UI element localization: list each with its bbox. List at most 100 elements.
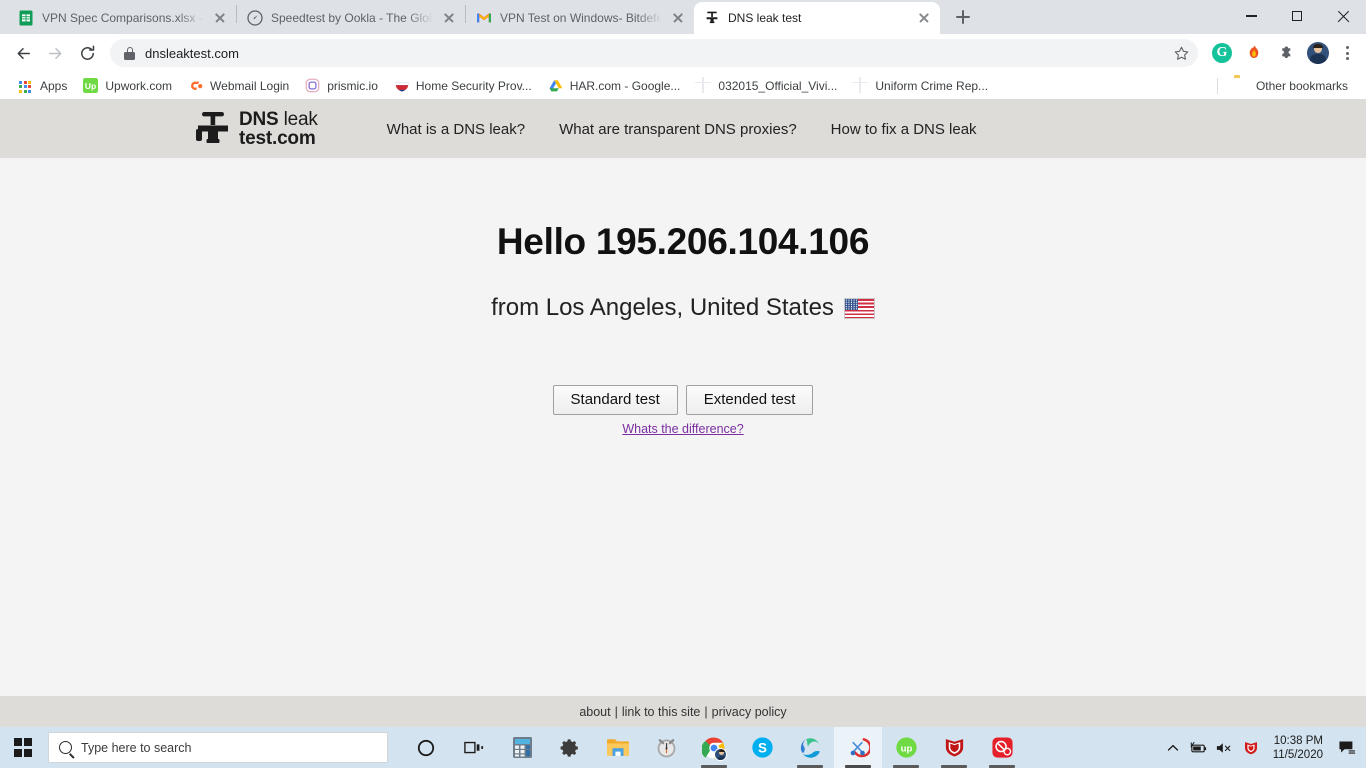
prismic-icon xyxy=(305,78,321,94)
bookmark-webmail[interactable]: Webmail Login xyxy=(180,75,297,97)
taskbar-clock[interactable]: 10:38 PM 11/5/2020 xyxy=(1264,734,1332,762)
red-app-icon[interactable] xyxy=(978,727,1026,768)
browser-tab-active[interactable]: DNS leak test xyxy=(694,2,940,34)
bookmark-label: Upwork.com xyxy=(105,78,173,93)
upwork-icon[interactable]: up xyxy=(882,727,930,768)
browser-tab[interactable]: Speedtest by Ookla - The Global B xyxy=(237,2,465,34)
cpanel-icon xyxy=(188,78,204,94)
mcafee-icon[interactable] xyxy=(930,727,978,768)
back-button[interactable] xyxy=(8,38,38,68)
mcafee-tray-icon[interactable] xyxy=(1238,727,1264,768)
search-icon xyxy=(59,741,72,754)
bookmark-prismic[interactable]: prismic.io xyxy=(297,75,386,97)
tab-title: VPN Test on Windows- Bitdefend xyxy=(500,11,662,25)
footer-privacy-policy[interactable]: privacy policy xyxy=(712,705,787,719)
bookmark-label: Webmail Login xyxy=(210,78,290,93)
extended-test-button[interactable]: Extended test xyxy=(685,385,814,415)
site-logo-text: DNS leak test.com xyxy=(239,110,318,148)
site-footer: about | link to this site | privacy poli… xyxy=(0,696,1366,727)
hero-section: Hello 195.206.104.106 from Los Angeles, … xyxy=(0,221,1366,436)
nav-transparent-dns-proxies[interactable]: What are transparent DNS proxies? xyxy=(542,121,814,138)
settings-gear-icon[interactable] xyxy=(546,727,594,768)
footer-link-to-site[interactable]: link to this site xyxy=(622,705,701,719)
location-text: from Los Angeles, United States xyxy=(491,294,834,321)
standard-test-button[interactable]: Standard test xyxy=(552,385,678,415)
microsoft-edge-icon[interactable] xyxy=(786,727,834,768)
snip-and-sketch-icon[interactable] xyxy=(834,727,882,768)
clock-date: 11/5/2020 xyxy=(1272,748,1323,761)
bookmark-label: Home Security Prov... xyxy=(415,78,532,93)
site-logo[interactable]: DNS leak test.com xyxy=(196,110,318,148)
flame-icon[interactable] xyxy=(1240,39,1268,67)
footer-separator: | xyxy=(614,704,618,719)
extensions-puzzle-icon[interactable] xyxy=(1272,39,1300,67)
forward-button[interactable] xyxy=(40,38,70,68)
browser-tab[interactable]: VPN Spec Comparisons.xlsx - Goo xyxy=(8,2,236,34)
search-placeholder: Type here to search xyxy=(81,740,192,755)
star-icon[interactable] xyxy=(1173,45,1190,62)
footer-about-link[interactable]: about xyxy=(579,705,610,719)
close-icon[interactable] xyxy=(441,10,457,26)
other-bookmarks-button[interactable]: Other bookmarks xyxy=(1226,75,1356,97)
other-bookmarks-label: Other bookmarks xyxy=(1255,78,1348,93)
test-buttons: Standard test Extended test xyxy=(0,385,1366,415)
alarms-clock-icon[interactable] xyxy=(642,727,690,768)
other-bookmarks-area: Other bookmarks xyxy=(1209,75,1356,97)
reload-button[interactable] xyxy=(72,38,102,68)
taskbar-buttons: S up xyxy=(402,727,1026,768)
system-tray: 10:38 PM 11/5/2020 xyxy=(1160,727,1366,768)
nav-what-is-dns-leak[interactable]: What is a DNS leak? xyxy=(370,121,542,138)
calculator-icon[interactable] xyxy=(498,727,546,768)
bookmark-home-security[interactable]: Home Security Prov... xyxy=(386,75,540,97)
bookmark-har-google[interactable]: HAR.com - Google... xyxy=(540,75,689,97)
task-view-icon[interactable] xyxy=(450,727,498,768)
file-explorer-icon[interactable] xyxy=(594,727,642,768)
grammarly-icon[interactable]: G xyxy=(1208,39,1236,67)
taskbar-search-box[interactable]: Type here to search xyxy=(48,732,388,763)
browser-tab[interactable]: VPN Test on Windows- Bitdefend xyxy=(466,2,694,34)
svg-text:Up: Up xyxy=(85,80,96,90)
close-icon[interactable] xyxy=(916,10,932,26)
bookmark-official-vivi[interactable]: 032015_Official_Vivi... xyxy=(688,75,845,97)
faucet-icon xyxy=(196,110,230,148)
lock-icon xyxy=(124,46,135,60)
new-tab-button[interactable] xyxy=(948,2,978,32)
location-line: from Los Angeles, United States xyxy=(0,294,1366,322)
close-icon[interactable] xyxy=(670,10,686,26)
skype-icon[interactable]: S xyxy=(738,727,786,768)
address-bar[interactable]: dnsleaktest.com xyxy=(110,39,1198,67)
logo-line-1: DNS leak xyxy=(239,109,318,130)
close-icon[interactable] xyxy=(212,10,228,26)
upwork-icon: Up xyxy=(83,77,99,94)
chrome-profile-badge xyxy=(714,747,727,761)
bookmark-label: Uniform Crime Rep... xyxy=(875,78,989,93)
google-drive-icon xyxy=(548,78,564,94)
google-chrome-icon[interactable] xyxy=(690,727,738,768)
greeting-ip: Hello 195.206.104.106 xyxy=(496,221,870,262)
shield-icon xyxy=(394,78,410,94)
nav-how-to-fix-dns-leak[interactable]: How to fix a DNS leak xyxy=(814,121,994,138)
profile-avatar[interactable] xyxy=(1304,39,1332,67)
browser-window: VPN Spec Comparisons.xlsx - Goo Speedtes… xyxy=(0,0,1366,727)
close-window-button[interactable] xyxy=(1320,0,1366,32)
tab-title: DNS leak test xyxy=(728,11,802,25)
action-center-icon[interactable] xyxy=(1332,727,1362,768)
show-hidden-icons-chevron[interactable] xyxy=(1160,727,1186,768)
site-header: DNS leak test.com What is a DNS leak? Wh… xyxy=(0,100,1366,158)
minimize-button[interactable] xyxy=(1228,0,1274,32)
start-button[interactable] xyxy=(0,727,46,768)
windows-taskbar: Type here to search S up 10:38 PM 11/5/2… xyxy=(0,727,1366,768)
bookmark-uniform-crime[interactable]: Uniform Crime Rep... xyxy=(845,75,996,97)
whats-the-difference-link[interactable]: Whats the difference? xyxy=(0,422,1366,436)
bookmark-apps[interactable]: Apps xyxy=(10,75,75,97)
svg-text:up: up xyxy=(900,744,912,755)
cortana-icon[interactable] xyxy=(402,727,450,768)
bookmark-upwork[interactable]: Up Upwork.com xyxy=(75,75,180,97)
battery-icon[interactable] xyxy=(1186,727,1212,768)
footer-separator: | xyxy=(704,704,708,719)
chrome-menu-icon[interactable] xyxy=(1336,42,1358,64)
speedtest-icon xyxy=(247,10,263,26)
maximize-button[interactable] xyxy=(1274,0,1320,32)
volume-muted-icon[interactable] xyxy=(1212,727,1238,768)
tab-title: VPN Spec Comparisons.xlsx - Goo xyxy=(42,11,204,25)
